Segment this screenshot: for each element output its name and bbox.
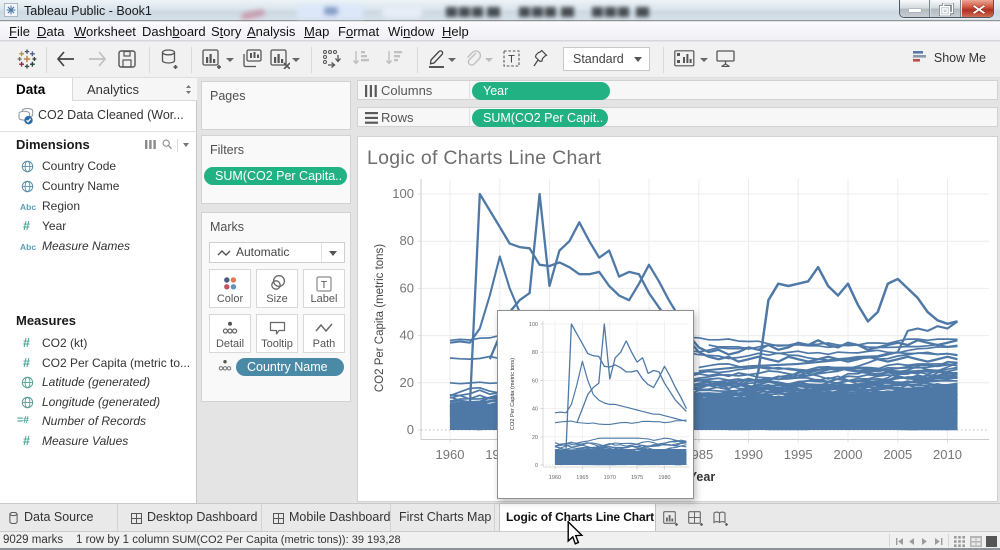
svg-text:1980: 1980 [658,475,670,481]
svg-text:2010: 2010 [933,447,962,462]
svg-text:1995: 1995 [784,447,813,462]
svg-text:100: 100 [392,186,414,201]
svg-text:1975: 1975 [631,475,643,481]
svg-text:T: T [508,54,515,66]
svg-text:2005: 2005 [883,447,912,462]
svg-text:60: 60 [400,280,414,295]
svg-text:1970: 1970 [604,475,616,481]
svg-text:40: 40 [400,328,414,343]
svg-text:CO2 Per Capita (metric tons): CO2 Per Capita (metric tons) [374,244,386,392]
svg-text:1965: 1965 [576,475,588,481]
svg-text:CO2 Per Capita (metric tons): CO2 Per Capita (metric tons) [510,358,516,430]
svg-text:1990: 1990 [734,447,763,462]
svg-text:20: 20 [532,435,538,441]
svg-text:1960: 1960 [436,447,465,462]
svg-text:60: 60 [532,378,538,384]
svg-text:2000: 2000 [834,447,863,462]
svg-text:0: 0 [535,463,538,469]
svg-text:80: 80 [400,233,414,248]
svg-text:T: T [321,279,328,291]
svg-text:100: 100 [529,322,538,328]
svg-text:40: 40 [532,407,538,413]
svg-text:20: 20 [400,375,414,390]
svg-text:0: 0 [407,422,414,437]
svg-text:80: 80 [532,350,538,356]
svg-text:1960: 1960 [549,475,561,481]
